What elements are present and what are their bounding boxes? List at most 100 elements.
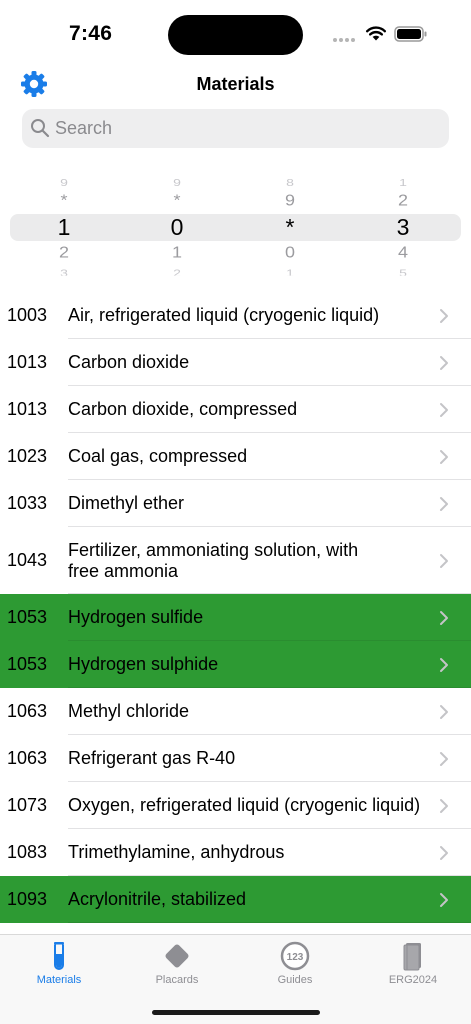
picker-column-2[interactable]: 9 * 0 1 2 [157, 168, 197, 283]
material-row[interactable]: 1093 Acrylonitrile, stabilized [0, 876, 471, 923]
search-bar[interactable] [22, 109, 449, 148]
picker-selected-value[interactable]: 0 [157, 216, 197, 239]
un-number: 1093 [7, 889, 48, 909]
picker-option[interactable]: * [157, 192, 197, 208]
material-row[interactable]: 1043 Fertilizer, ammoniating solution, w… [0, 527, 471, 594]
chevron-right-icon [440, 845, 448, 860]
material-name: Coal gas, compressed [68, 446, 248, 466]
tab-bar: Materials Placards 123 Guides ERG2024 [0, 934, 471, 1024]
battery-icon [394, 26, 427, 42]
tab-placards[interactable]: Placards [118, 935, 236, 995]
material-row[interactable]: 1023 Coal gas, compressed [0, 433, 471, 480]
un-number: 1043 [7, 550, 48, 570]
picker-option[interactable]: 1 [157, 244, 197, 260]
placard-diamond-icon [165, 944, 189, 968]
material-name: Carbon dioxide, compressed [68, 399, 298, 419]
un-number: 1063 [7, 748, 48, 768]
material-row[interactable]: 1063 Refrigerant gas R-40 [0, 735, 471, 782]
un-number: 1053 [7, 607, 48, 627]
page-title: Materials [196, 74, 275, 94]
picker-option[interactable]: 2 [157, 267, 197, 275]
material-row[interactable]: 1073 Oxygen, refrigerated liquid (cryoge… [0, 782, 471, 829]
picker-selected-value[interactable]: 1 [44, 216, 84, 239]
search-icon [31, 119, 50, 138]
picker-option[interactable]: 5 [383, 267, 423, 275]
un-number-picker[interactable]: 9 * 1 2 3 9 * 0 1 2 8 9 * 0 1 1 2 3 4 5 [0, 168, 471, 283]
chevron-right-icon [440, 798, 448, 813]
test-tube-icon [54, 942, 64, 970]
un-number: 1003 [7, 305, 48, 325]
material-row[interactable]: 1053 Hydrogen sulphide [0, 641, 471, 688]
material-row[interactable]: 1063 Methyl chloride [0, 688, 471, 735]
chevron-right-icon [440, 610, 448, 625]
material-row[interactable]: 1013 Carbon dioxide [0, 339, 471, 386]
material-row[interactable]: 1033 Dimethyl ether [0, 480, 471, 527]
un-number: 1063 [7, 701, 48, 721]
material-name: Oxygen, refrigerated liquid (cryogenic l… [68, 795, 421, 815]
navigation-bar: Materials [0, 62, 471, 108]
material-row[interactable]: 1053 Hydrogen sulfide [0, 594, 471, 641]
picker-option[interactable]: 4 [383, 244, 423, 260]
material-name: Trimethylamine, anhydrous [68, 842, 285, 862]
picker-option[interactable]: 2 [44, 244, 84, 260]
chevron-right-icon [440, 308, 448, 323]
tab-label: ERG2024 [388, 974, 438, 986]
picker-option[interactable]: 3 [44, 267, 84, 275]
wifi-icon [366, 26, 386, 41]
un-number: 1023 [7, 446, 48, 466]
chevron-right-icon [440, 704, 448, 719]
tab-label: Guides [277, 974, 313, 986]
picker-option[interactable]: 0 [270, 244, 310, 260]
tab-label: Materials [36, 974, 82, 986]
picker-column-1[interactable]: 9 * 1 2 3 [44, 168, 84, 283]
chevron-right-icon [440, 751, 448, 766]
status-bar: 7:46 [0, 0, 471, 60]
svg-text:123: 123 [287, 952, 304, 963]
chevron-right-icon [440, 892, 448, 907]
material-name: Methyl chloride [68, 701, 190, 721]
picker-option[interactable]: 1 [383, 177, 423, 188]
picker-option[interactable]: * [44, 192, 84, 208]
chevron-right-icon [440, 553, 448, 568]
picker-option[interactable]: 2 [383, 192, 423, 208]
picker-selected-value[interactable]: * [270, 216, 310, 239]
material-name: Refrigerant gas R-40 [68, 748, 236, 768]
chevron-right-icon [440, 657, 448, 672]
material-name: Carbon dioxide [68, 352, 190, 372]
material-name: Dimethyl ether [68, 493, 185, 513]
tab-erg2024[interactable]: ERG2024 [354, 935, 471, 995]
un-number: 1033 [7, 493, 48, 513]
chevron-right-icon [440, 496, 448, 511]
home-indicator[interactable] [152, 1010, 320, 1015]
material-row[interactable]: 1013 Carbon dioxide, compressed [0, 386, 471, 433]
cellular-signal-icon [333, 31, 359, 42]
search-input[interactable] [55, 113, 435, 144]
material-row[interactable]: 1083 Trimethylamine, anhydrous [0, 829, 471, 876]
picker-column-3[interactable]: 8 9 * 0 1 [270, 168, 310, 283]
chevron-right-icon [440, 355, 448, 370]
picker-option[interactable]: 1 [270, 267, 310, 275]
picker-column-4[interactable]: 1 2 3 4 5 [383, 168, 423, 283]
material-row[interactable]: 1003 Air, refrigerated liquid (cryogenic… [0, 292, 471, 339]
un-number: 1053 [7, 654, 48, 674]
picker-option[interactable]: 8 [270, 177, 310, 188]
status-time: 7:46 [69, 22, 113, 45]
material-name: Acrylonitrile, stabilized [68, 889, 247, 909]
un-number: 1013 [7, 399, 48, 419]
tab-guides[interactable]: 123 Guides [236, 935, 354, 995]
material-name: Fertilizer, ammoniating solution, with f… [68, 539, 359, 581]
tab-label: Placards [155, 974, 199, 986]
dynamic-island [168, 15, 303, 55]
materials-list: 1003 Air, refrigerated liquid (cryogenic… [0, 292, 471, 923]
picker-selected-value[interactable]: 3 [383, 216, 423, 239]
picker-option[interactable]: 9 [44, 177, 84, 188]
material-name: Hydrogen sulphide [68, 654, 219, 674]
material-name: Hydrogen sulfide [68, 607, 204, 627]
picker-option[interactable]: 9 [157, 177, 197, 188]
material-name: Air, refrigerated liquid (cryogenic liqu… [68, 305, 380, 325]
tab-materials[interactable]: Materials [0, 935, 118, 995]
un-number: 1073 [7, 795, 48, 815]
chevron-right-icon [440, 402, 448, 417]
chevron-right-icon [440, 449, 448, 464]
picker-option[interactable]: 9 [270, 192, 310, 208]
